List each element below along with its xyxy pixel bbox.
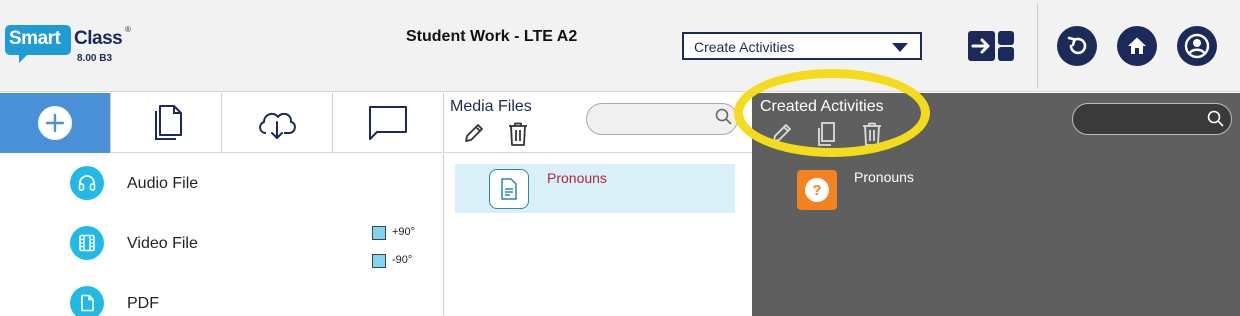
logo-registered-mark: ® bbox=[125, 25, 131, 34]
documents-icon bbox=[155, 105, 182, 140]
cloud-download-icon bbox=[259, 112, 296, 139]
file-type-label: Audio File bbox=[127, 175, 199, 192]
search-icon bbox=[1207, 110, 1224, 127]
question-mark-icon: ? bbox=[805, 178, 829, 202]
rotate-minus-90-label: -90° bbox=[392, 254, 413, 266]
activity-type-select[interactable]: Create Activities bbox=[682, 32, 922, 60]
media-files-list: Pronouns bbox=[443, 154, 752, 316]
file-type-video[interactable]: Video File bbox=[70, 226, 270, 262]
media-files-title: Media Files bbox=[450, 98, 532, 115]
page-title: Student Work - LTE A2 bbox=[406, 28, 578, 45]
refresh-button[interactable] bbox=[1057, 26, 1097, 66]
logo-text-class: Class bbox=[74, 28, 123, 49]
file-type-list: Audio File Video File PDF +90° -90° bbox=[0, 154, 442, 316]
media-toolbar bbox=[0, 93, 444, 153]
created-activities-search-input[interactable] bbox=[1072, 103, 1232, 135]
search-icon bbox=[715, 108, 732, 125]
message-button[interactable] bbox=[333, 93, 444, 153]
headphones-icon bbox=[70, 166, 104, 200]
home-icon bbox=[1128, 37, 1146, 54]
edit-pencil-icon[interactable] bbox=[462, 121, 486, 145]
smartclass-logo: Smart Class ® 8.00 B3 bbox=[5, 25, 131, 67]
home-button[interactable] bbox=[1117, 26, 1157, 66]
created-activities-panel: Created Activities ? Pronouns bbox=[734, 69, 1240, 316]
chevron-down-icon bbox=[892, 43, 908, 52]
app-version: 8.00 B3 bbox=[77, 53, 113, 64]
user-account-button[interactable] bbox=[1177, 26, 1217, 66]
plus-icon bbox=[45, 113, 65, 133]
activity-label[interactable]: Pronouns bbox=[854, 169, 914, 185]
logo-text-smart: Smart bbox=[9, 28, 61, 49]
file-type-pdf[interactable]: PDF bbox=[70, 286, 270, 316]
media-file-item[interactable]: Pronouns bbox=[455, 164, 735, 213]
file-type-label: Video File bbox=[127, 235, 198, 252]
chat-icon bbox=[369, 106, 407, 140]
activity-type-select-value: Create Activities bbox=[694, 39, 795, 55]
refresh-icon bbox=[1067, 36, 1087, 55]
file-type-audio[interactable]: Audio File bbox=[70, 166, 270, 202]
header-divider bbox=[1037, 3, 1038, 89]
question-activity-icon[interactable]: ? bbox=[797, 170, 837, 210]
rotate-plus-90-checkbox[interactable] bbox=[372, 226, 386, 240]
trash-icon[interactable] bbox=[506, 121, 530, 147]
logo-bubble-tail bbox=[19, 53, 29, 63]
rotate-minus-90-checkbox[interactable] bbox=[372, 254, 386, 268]
rotate-plus-90-label: +90° bbox=[392, 226, 416, 238]
media-search-input[interactable] bbox=[586, 103, 738, 135]
film-icon bbox=[70, 226, 104, 260]
file-type-label: PDF bbox=[127, 295, 159, 312]
yellow-annotation-circle bbox=[734, 69, 930, 157]
media-file-label: Pronouns bbox=[547, 170, 607, 186]
panel-layout-icon bbox=[968, 31, 1014, 61]
media-files-header: Media Files bbox=[443, 93, 752, 153]
header-bar: Smart Class ® 8.00 B3 Student Work - LTE… bbox=[0, 0, 1240, 92]
document-icon bbox=[489, 169, 529, 209]
add-media-button[interactable] bbox=[0, 93, 111, 153]
plus-circle bbox=[38, 106, 72, 140]
documents-button[interactable] bbox=[111, 93, 222, 153]
file-icon bbox=[70, 286, 104, 316]
user-icon bbox=[1184, 33, 1210, 59]
app-window: Smart Class ® 8.00 B3 Student Work - LTE… bbox=[0, 0, 1240, 316]
layout-toggle-button[interactable] bbox=[968, 31, 1014, 61]
cloud-download-button[interactable] bbox=[222, 93, 333, 153]
